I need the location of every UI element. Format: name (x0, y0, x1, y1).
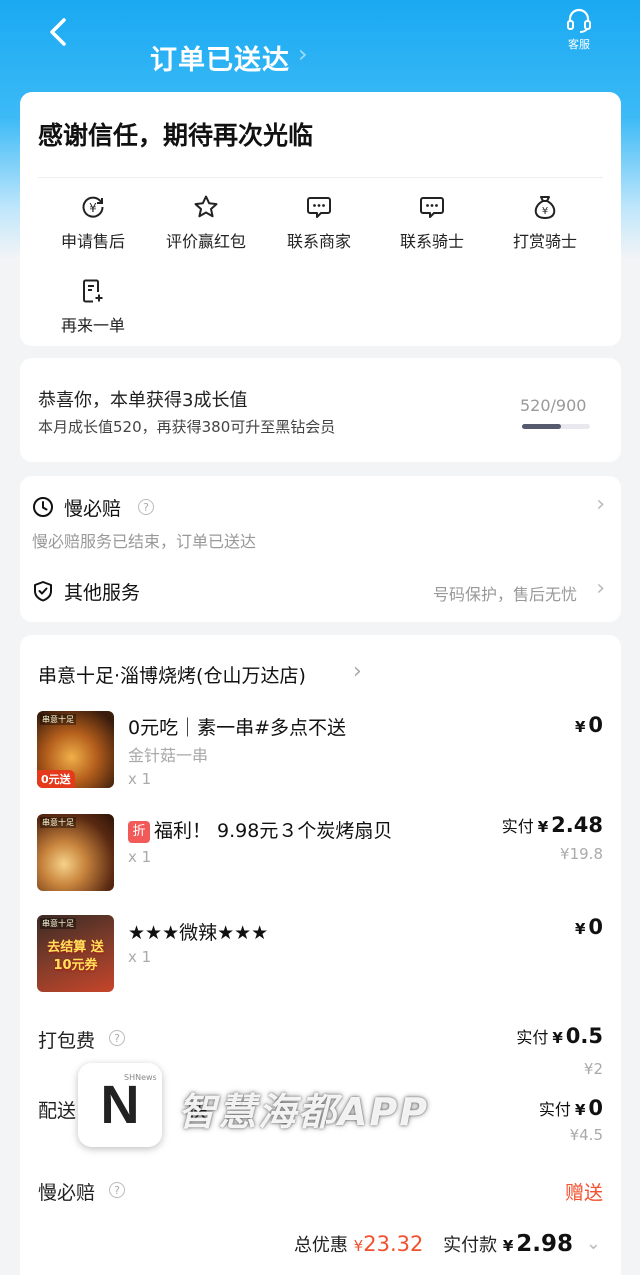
back-button[interactable] (40, 12, 80, 52)
apply-after-sales-button[interactable]: ¥ 申请售后 (38, 194, 148, 252)
item-desc: 金针菇一串 (128, 746, 209, 765)
paid-label: 实付款 (443, 1235, 498, 1256)
chat-bubble-icon (420, 197, 444, 218)
item-thumbnail[interactable]: 串意十足 (37, 814, 114, 891)
item-qty: x 1 (128, 848, 152, 866)
item-name: 0元吃｜素一串#多点不送 (128, 717, 347, 739)
reorder-button[interactable]: 再来一单 (38, 278, 148, 336)
growth-subtitle: 本月成长值520，再获得380可升至黑钻会员 (38, 418, 336, 436)
gift-label: 赠送 (564, 1182, 603, 1204)
services-card: 慢必赔 ? › 慢必赔服务已结束，订单已送达 其他服务 号码保护，售后无忧 › (20, 476, 621, 622)
thanks-message: 感谢信任，期待再次光临 (38, 121, 314, 150)
item-name: 折福利！ 9.98元３个炭烤扇贝 (128, 816, 392, 843)
headset-icon (567, 8, 591, 33)
chevron-right-icon[interactable]: › (353, 659, 362, 684)
chevron-right-icon[interactable]: › (596, 492, 605, 517)
help-icon[interactable]: ? (138, 499, 154, 515)
watermark-logo: N SHNews (78, 1063, 162, 1147)
growth-value-card[interactable]: 恭喜你，本单获得3成长值 本月成长值520，再获得380可升至黑钻会员 520/… (20, 358, 621, 462)
order-status-card: 感谢信任，期待再次光临 ¥ 申请售后 评价赢红包 联系商家 联系骑士 ¥ 打赏骑… (20, 92, 621, 346)
slow-compensation-desc: 慢必赔服务已结束，订单已送达 (32, 532, 257, 551)
top-bar: 订单已送达 › 客服 (0, 0, 640, 92)
svg-text:¥: ¥ (89, 201, 97, 215)
item-name: ★★★微辣★★★ (128, 922, 269, 944)
slow-compensation-fee-label: 慢必赔 (38, 1182, 96, 1204)
chevron-down-icon[interactable]: ⌄ (586, 1233, 601, 1254)
help-icon[interactable]: ? (109, 1030, 125, 1046)
item-thumbnail[interactable]: 串意十足 0元送 (37, 711, 114, 788)
slow-compensation-title[interactable]: 慢必赔 (64, 494, 121, 521)
order-total: 总优惠 ¥23.32 实付款 ¥2.98 (294, 1231, 573, 1257)
item-price: 实付 ¥2.48 (501, 813, 603, 837)
divider (38, 177, 603, 178)
item-thumbnail[interactable]: 串意十足 去结算 送10元券 (37, 915, 114, 992)
watermark-text: 智慧海都APP (178, 1090, 430, 1134)
customer-service-label: 客服 (568, 38, 590, 51)
item-qty: x 1 (128, 770, 152, 788)
chevron-right-icon[interactable]: › (596, 576, 605, 601)
discount-value: ¥23.32 (353, 1232, 424, 1256)
refund-yen-icon: ¥ (82, 196, 104, 218)
watermark: N SHNews 智慧海都APP (78, 1063, 498, 1149)
delivery-fee-original: ¥4.5 (569, 1126, 603, 1144)
order-details-card: 串意十足·淄博烧烤(仓山万达店) › 串意十足 0元送 0元吃｜素一串#多点不送… (20, 635, 621, 1275)
other-services-title[interactable]: 其他服务 (64, 578, 140, 605)
tip-rider-button[interactable]: ¥ 打赏骑士 (490, 194, 600, 252)
star-icon (194, 195, 218, 218)
page-title[interactable]: 订单已送达 (150, 38, 290, 77)
paid-value: ¥2.98 (502, 1231, 573, 1257)
other-services-desc: 号码保护，售后无忧 (432, 585, 577, 604)
growth-progress-text: 520/900 (520, 396, 587, 415)
money-bag-icon: ¥ (534, 196, 556, 219)
chevron-right-icon: › (298, 40, 308, 68)
contact-rider-button[interactable]: 联系骑士 (377, 194, 487, 252)
item-price: ¥0 (574, 713, 603, 737)
item-original-price: ¥19.8 (560, 845, 603, 863)
shield-check-icon (34, 581, 52, 602)
chat-bubble-icon (307, 197, 331, 218)
contact-merchant-button[interactable]: 联系商家 (264, 194, 374, 252)
shop-name[interactable]: 串意十足·淄博烧烤(仓山万达店) (38, 661, 306, 688)
discount-label: 总优惠 (293, 1235, 348, 1256)
item-price: ¥0 (574, 915, 603, 939)
review-for-red-packet-button[interactable]: 评价赢红包 (151, 194, 261, 252)
reorder-icon (83, 279, 103, 303)
delivery-fee-price: 实付 ¥0 (538, 1096, 603, 1120)
discount-badge: 折 (128, 821, 150, 843)
clock-icon (33, 497, 53, 517)
item-qty: x 1 (128, 948, 152, 966)
help-icon[interactable]: ? (109, 1182, 125, 1198)
packing-fee-label: 打包费 (38, 1030, 96, 1052)
packing-fee-original: ¥2 (583, 1060, 603, 1078)
growth-title: 恭喜你，本单获得3成长值 (38, 390, 248, 411)
customer-service-button[interactable]: 客服 (556, 8, 602, 52)
packing-fee-price: 实付 ¥0.5 (516, 1024, 603, 1048)
delivery-fee-label: 配送 (38, 1100, 77, 1122)
growth-progress-fill (522, 424, 562, 429)
growth-progress-bar (522, 424, 590, 429)
svg-text:¥: ¥ (542, 206, 548, 217)
back-arrow-icon (50, 18, 66, 46)
